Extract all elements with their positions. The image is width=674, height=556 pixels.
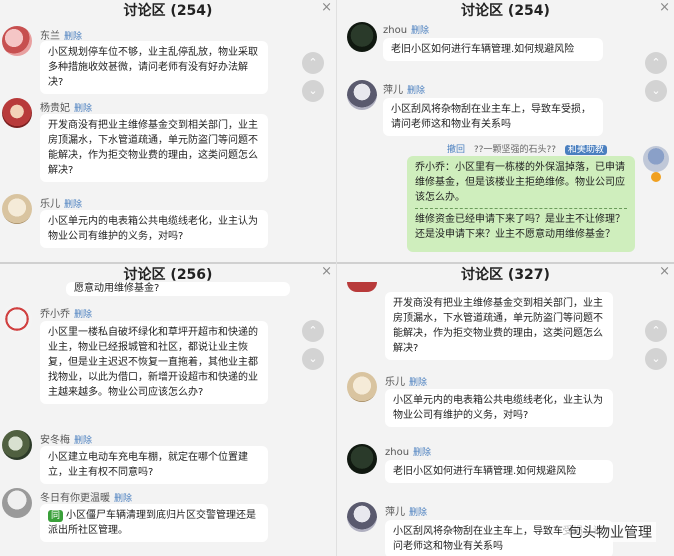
delete-link[interactable]: 删除 [74, 436, 92, 446]
message-item: 杨贵妃 删除 开发商没有把业主维修基金交到相关部门，业主房顶漏水，下水管道疏通，单… [2, 98, 292, 190]
reply-bubble: 乔小乔：小区里有一栋楼的外保温掉落，已申请维修基金，但是该楼业主拒绝维修。物业公… [407, 156, 635, 252]
delete-link[interactable]: 删除 [409, 378, 427, 388]
quoted-user: 乔小乔 [415, 162, 445, 173]
username: 乐儿 [40, 199, 60, 210]
panel-top-left: 讨论区 (254) × 东兰 删除 小区规划停车位不够，业主乱停乱放，物业采取多种… [0, 0, 336, 262]
withdraw-hint: ??一颗坚强的石头?? [473, 145, 556, 155]
message-item: 开发商没有把业主维修基金交到相关部门，业主房顶漏水，下水管道疏通，单元防盗门等问… [347, 292, 627, 372]
close-icon[interactable]: × [321, 0, 332, 16]
message-bubble: 开发商没有把业主维修基金交到相关部门，业主房顶漏水，下水管道疏通，单元防盗门等问… [385, 292, 613, 360]
username: 乔小乔 [40, 309, 70, 320]
message-bubble: 开发商没有把业主维修基金交到相关部门，业主房顶漏水，下水管道疏通，单元防盗门等问… [40, 114, 268, 182]
avatar[interactable] [2, 26, 32, 56]
message-bubble: 小区僵尸车辆清理到底归片区交警管理还是派出所社区管理。 [48, 510, 257, 536]
delete-link[interactable]: 删除 [413, 448, 431, 458]
delete-link[interactable]: 删除 [409, 508, 427, 518]
divider [337, 262, 674, 264]
message-item: 萍儿 删除 小区刮风将杂物刮在业主车上，导致车受损，请问老师这和物业有关系吗 [347, 80, 617, 136]
message-bubble: 老旧小区如何进行车辆管理.如何规避风险 [383, 38, 603, 61]
scroll-down-button[interactable]: ⌄ [645, 80, 667, 102]
quoted-text: 小区里有一栋楼的外保温掉落，已申请维修基金，但是该楼业主拒绝维修。物业公司应该怎… [415, 162, 625, 203]
delete-link[interactable]: 删除 [114, 494, 132, 504]
username: 安冬梅 [40, 435, 70, 446]
scroll-up-button[interactable]: ⌃ [302, 52, 324, 74]
avatar[interactable] [347, 80, 377, 110]
avatar[interactable] [347, 22, 377, 52]
close-icon[interactable]: × [659, 264, 670, 280]
scroll-up-button[interactable]: ⌃ [302, 320, 324, 342]
host-badge-icon [651, 172, 661, 182]
avatar[interactable] [643, 146, 669, 172]
avatar[interactable] [2, 488, 32, 518]
message-item: zhou 删除 老旧小区如何进行车辆管理.如何规避风险 [347, 22, 617, 74]
username: zhou [385, 447, 410, 458]
message-item: 冬日有你更温暖 删除 同小区僵尸车辆清理到底归片区交警管理还是派出所社区管理。 [2, 488, 292, 556]
username: 萍儿 [385, 507, 405, 518]
panel-top-right: 讨论区 (254) × zhou 删除 老旧小区如何进行车辆管理.如何规避风险 萍… [337, 0, 674, 262]
avatar[interactable] [347, 372, 377, 402]
username: zhou [383, 25, 408, 36]
message-bubble: 老旧小区如何进行车辆管理.如何规避风险 [385, 460, 613, 483]
avatar[interactable] [2, 98, 32, 128]
message-bubble: 小区单元内的电表箱公共电缆线老化，业主认为物业公司有维护的义务，对吗? [40, 210, 268, 248]
message-item: 乐儿 删除 小区单元内的电表箱公共电缆线老化，业主认为物业公司有维护的义务，对吗? [2, 194, 292, 262]
delete-link[interactable]: 删除 [74, 104, 92, 114]
message-bubble: 小区建立电动车充电车棚，就定在哪个位置建立，业主有权不同意吗? [40, 446, 268, 484]
delete-link[interactable]: 删除 [411, 26, 429, 36]
avatar[interactable] [347, 502, 377, 532]
message-bubble: 小区里一楼私自破坏绿化和草坪开超市和快递的业主，物业已经报城管和社区，都说让业主… [40, 321, 268, 404]
avatar[interactable] [347, 282, 377, 292]
watermark: 包头物业管理 [564, 522, 656, 542]
close-icon[interactable]: × [659, 0, 670, 16]
panel-title: 讨论区 (254) [337, 0, 674, 22]
badge-icon: 同 [48, 510, 64, 522]
scroll-down-button[interactable]: ⌄ [645, 348, 667, 370]
message-item: 安冬梅 删除 小区建立电动车充电车棚，就定在哪个位置建立，业主有权不同意吗? [2, 430, 292, 484]
avatar[interactable] [2, 304, 32, 334]
host-tag: 和美助教 [564, 145, 607, 155]
divider [336, 0, 337, 556]
message-fragment: 愿意动用维修基金? [66, 282, 290, 296]
scroll-up-button[interactable]: ⌃ [645, 320, 667, 342]
avatar[interactable] [2, 194, 32, 224]
username: 杨贵妃 [40, 103, 70, 114]
divider [0, 262, 336, 264]
message-item: 东兰 删除 小区规划停车位不够，业主乱停乱放，物业采取多种措施收效甚微，请问老师有… [2, 26, 292, 96]
delete-link[interactable]: 删除 [74, 310, 92, 320]
scroll-down-button[interactable]: ⌄ [302, 348, 324, 370]
username: 萍儿 [383, 85, 403, 96]
scroll-down-button[interactable]: ⌄ [302, 80, 324, 102]
message-bubble: 小区规划停车位不够，业主乱停乱放，物业采取多种措施收效甚微，请问老师有没有好办法… [40, 41, 268, 94]
delete-link[interactable]: 删除 [407, 86, 425, 96]
username: 冬日有你更温暖 [40, 493, 110, 504]
panel-title: 讨论区 (254) [0, 0, 336, 22]
message-bubble: 小区单元内的电表箱公共电缆线老化，业主认为物业公司有维护的义务，对吗? [385, 389, 613, 427]
message-item: zhou 删除 老旧小区如何进行车辆管理.如何规避风险 [347, 444, 627, 496]
avatar[interactable] [2, 430, 32, 460]
withdraw-bar: 撤回 ??一颗坚强的石头?? 和美助教 [447, 142, 607, 155]
avatar[interactable] [347, 444, 377, 474]
panel-title: 讨论区 (327) [337, 264, 674, 286]
delete-link[interactable]: 删除 [64, 200, 82, 210]
message-bubble-wrapper: 同小区僵尸车辆清理到底归片区交警管理还是派出所社区管理。 [40, 504, 268, 542]
reply-separator [415, 208, 627, 209]
panel-bottom-left: 讨论区 (256) × 愿意动用维修基金? 乔小乔 删除 小区里一楼私自破坏绿化和… [0, 264, 336, 556]
panel-bottom-right: 讨论区 (327) × 开发商没有把业主维修基金交到相关部门，业主房顶漏水，下水… [337, 264, 674, 556]
username: 乐儿 [385, 377, 405, 388]
reply-text: 维修资金已经申请下来了吗？是业主不让修理？还是没申请下来？业主不愿意动用维修基金… [415, 214, 625, 240]
withdraw-link[interactable]: 撤回 [447, 145, 465, 155]
message-item: 乐儿 删除 小区单元内的电表箱公共电缆线老化，业主认为物业公司有维护的义务，对吗? [347, 372, 627, 442]
message-bubble: 小区刮风将杂物刮在业主车上，导致车受损，请问老师这和物业有关系吗 [383, 98, 603, 136]
scroll-up-button[interactable]: ⌃ [645, 52, 667, 74]
close-icon[interactable]: × [321, 264, 332, 280]
message-item: 乔小乔 删除 小区里一楼私自破坏绿化和草坪开超市和快递的业主，物业已经报城管和社区… [2, 304, 292, 432]
